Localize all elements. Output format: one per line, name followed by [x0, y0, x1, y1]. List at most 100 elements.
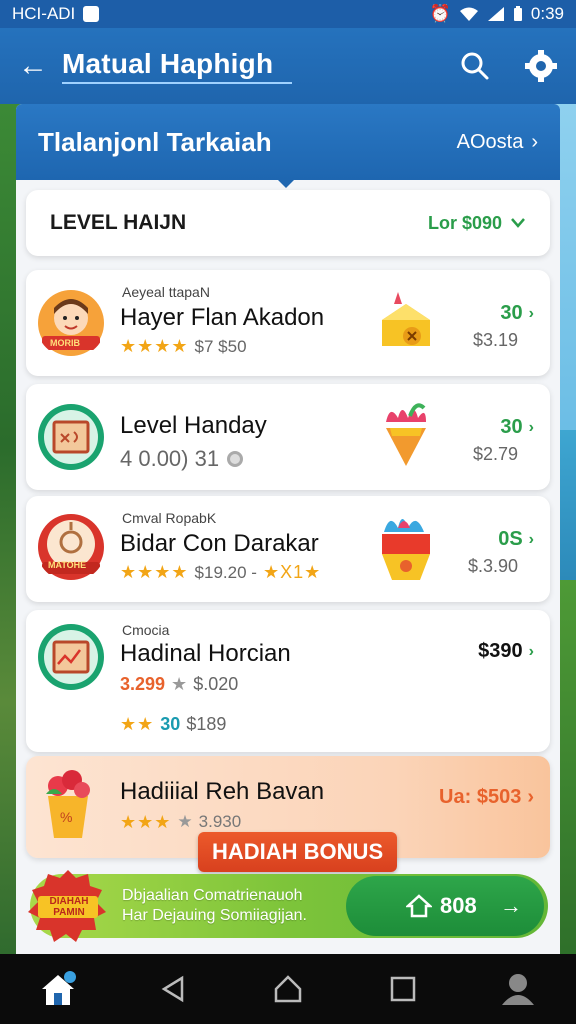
chevron-right-icon: › [528, 642, 534, 660]
item-points-value: 30 [500, 416, 523, 438]
coin-icon [227, 451, 244, 467]
nav-home-app-button[interactable] [33, 964, 83, 1014]
item-points: $390 › [478, 640, 534, 663]
item-meta-highlight: 3.299 [120, 674, 166, 694]
panel-link-label: AOosta [456, 130, 524, 153]
nav-recents-button[interactable] [378, 964, 428, 1014]
chevron-right-icon: › [528, 304, 534, 322]
item-subtitle: Aeyeal ttapaN [122, 284, 210, 300]
carrier-label: HCI-ADI [12, 4, 76, 23]
item-meta: 3.299 ★ $.020 [120, 674, 238, 695]
treasure-chest-icon [382, 519, 430, 580]
panel-see-all-link[interactable]: AOosta › [457, 131, 538, 154]
chevron-right-icon: › [528, 530, 534, 548]
back-arrow-icon[interactable]: ← [18, 49, 62, 83]
wifi-icon [459, 7, 478, 21]
promo-text: Dbjaalian Comatrienauoh Har Dejauing Som… [122, 886, 307, 926]
home-outline-icon [274, 975, 302, 1003]
item-meta: ★★★★ $19.20 - ★X1★ [120, 562, 321, 583]
item-points-value: 0S [498, 528, 523, 550]
battery-icon [513, 6, 522, 21]
system-nav-bar [0, 954, 576, 1024]
nav-profile-button[interactable] [493, 964, 543, 1014]
star-icon: ★ [177, 812, 193, 831]
rating-stars: ★★★★ [120, 336, 189, 356]
chevron-right-icon: › [528, 418, 534, 436]
bonus-item-meta: ★★★ ★ 3.930 [120, 812, 241, 833]
item-name: Hayer Flan Akadon [120, 304, 325, 331]
item-price: $2.79 [472, 444, 518, 464]
alarm-icon: ⏰ [429, 4, 451, 23]
bonus-meta-text: 3.930 [198, 812, 242, 831]
promo-line-2: Har Dejauing Somiiagijan. [122, 907, 307, 924]
item-price: $3.19 [472, 330, 518, 350]
search-icon[interactable] [460, 51, 490, 81]
reward-item[interactable]: Cmocia Hadinal Horcian 3.299 ★ $.020 ★★ … [26, 610, 550, 752]
clock-time: 0:39 [530, 4, 564, 23]
settings-gear-icon[interactable] [524, 49, 558, 83]
bonus-value: Ua: $503 › [439, 786, 534, 809]
status-bar: HCI-ADI ⏰ 0:39 [0, 0, 576, 28]
item-name: Level Handay [120, 412, 267, 439]
square-recents-icon [390, 976, 416, 1002]
panel-header: Tlalanjonl Tarkaiah AOosta › [16, 104, 560, 188]
item-points: 30 › [500, 416, 534, 439]
item-meta-text: $.020 [193, 674, 239, 694]
nav-back-button[interactable] [148, 964, 198, 1014]
notification-icon [83, 6, 100, 22]
item-meta: 4 0.00) 31 [120, 446, 245, 472]
item-secondary-price: $189 [186, 714, 227, 734]
calendar-chart-icon [38, 624, 104, 690]
item-points-value: 30 [500, 302, 523, 324]
reward-item[interactable]: MORIB Aeyeal ttapaN Hayer Flan Akadon ★★… [26, 270, 550, 376]
item-badge-text: MORIB [50, 338, 80, 348]
item-meta: ★★★★ $7 $50 [120, 336, 247, 357]
chevron-right-icon: › [531, 130, 538, 153]
home-icon [41, 971, 76, 1005]
rating-stars: ★★★ [120, 812, 172, 832]
bonus-value-text: Ua: $503 [439, 786, 522, 808]
rating-stars: ★★ [120, 714, 155, 734]
bonus-tag: HADIAH BONUS [198, 832, 398, 872]
star-icon: ★ [171, 674, 188, 694]
reward-item[interactable]: MATOHE Cmval RopabK Bidar Con Darakar ★★… [26, 496, 550, 602]
item-meta-text: $19.20 - [194, 562, 257, 582]
promo-line-1: Dbjaalian Comatrienauoh [122, 887, 303, 904]
medal-badge-icon [38, 514, 104, 580]
arrow-right-icon: → [500, 893, 522, 918]
item-secondary-points: 30 [160, 714, 181, 734]
profile-avatar-icon [502, 974, 535, 1005]
promo-badge-text: DIAHAH PAMIN [49, 896, 89, 918]
rating-stars: ★★★★ [120, 562, 189, 582]
svg-text:%: % [60, 809, 72, 825]
panel-title: Tlalanjonl Tarkaiah [38, 126, 272, 157]
level-label: LEVEL HAIJN [50, 211, 187, 234]
rating-stars: ★X1★ [262, 562, 322, 582]
chevron-right-icon: › [527, 786, 534, 808]
bonus-item-name: Hadiiial Reh Bavan [120, 778, 325, 805]
chevron-down-icon [511, 218, 525, 228]
flower-cup-icon: % [46, 770, 90, 838]
nav-home-button[interactable] [263, 964, 313, 1014]
item-meta-text: $7 $50 [194, 336, 247, 356]
item-name: Hadinal Horcian [120, 640, 291, 667]
ice-cream-icon [386, 403, 426, 466]
item-points: 0S › [498, 528, 534, 551]
level-value-text: Lor $090 [427, 212, 502, 233]
cheese-gift-icon [382, 292, 430, 346]
item-price: $.3.90 [467, 556, 518, 576]
reward-item[interactable]: Level Handay 4 0.00) 31 30 › $2.79 [26, 384, 550, 490]
certificate-icon [38, 404, 104, 470]
item-meta-text: 4 0.00) 31 [120, 446, 220, 471]
item-points-value: $390 [478, 640, 523, 662]
level-selector[interactable]: LEVEL HAIJN Lor $090 [26, 190, 550, 256]
signal-icon [487, 7, 504, 21]
item-points: 30 › [500, 302, 534, 325]
promo-cta-button[interactable]: 808 → [346, 876, 544, 936]
triangle-back-icon [161, 975, 184, 1003]
item-subtitle: Cmval RopabK [122, 510, 217, 526]
item-meta-secondary: ★★ 30 $189 [120, 714, 226, 735]
page-title: Matual Haphigh [62, 48, 292, 84]
item-subtitle: Cmocia [122, 622, 170, 638]
item-badge-text: MATOHE [48, 560, 87, 570]
